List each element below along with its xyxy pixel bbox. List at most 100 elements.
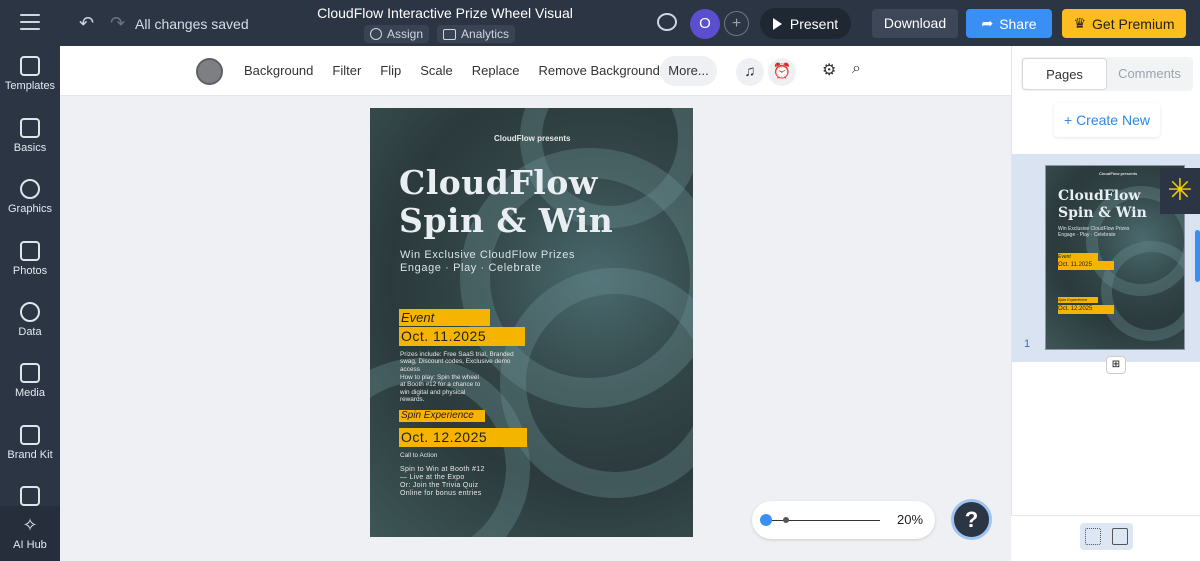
- prizes-text: Prizes include: Free SaaS trial, Branded…: [400, 351, 514, 373]
- undo-icon[interactable]: ↶: [79, 13, 94, 34]
- sidebar-item-templates[interactable]: Templates: [0, 56, 60, 92]
- brand-kit-icon: [20, 425, 40, 445]
- toolbar-scale[interactable]: Scale: [420, 63, 453, 78]
- list-view-icon[interactable]: [1112, 528, 1128, 545]
- sidebar-item-data[interactable]: Data: [0, 302, 60, 338]
- sparkle-badge-icon[interactable]: ✳: [1160, 168, 1200, 214]
- settings-gear-icon[interactable]: ⚙: [822, 60, 836, 80]
- share-arrow-icon: ➦: [981, 15, 994, 31]
- sidebar-item-photos[interactable]: Photos: [0, 241, 60, 277]
- search-image-icon[interactable]: ⌕: [852, 60, 861, 78]
- alarm-clock-icon[interactable]: ⏰: [768, 58, 796, 86]
- more-button[interactable]: More...: [660, 56, 717, 86]
- user-avatar[interactable]: O: [690, 9, 720, 39]
- analytics-label: Analytics: [461, 27, 510, 41]
- zoom-slider-handle[interactable]: [760, 514, 772, 526]
- decor-ring: [1101, 241, 1184, 341]
- folder-icon: [20, 486, 40, 506]
- cta-line: Or: Join the Trivia Quiz: [400, 482, 479, 489]
- document-title[interactable]: CloudFlow Interactive Prize Wheel Visual: [300, 5, 590, 21]
- sidebar-item-ai-hub[interactable]: ✧ AI Hub: [0, 506, 60, 561]
- share-label: Share: [999, 15, 1037, 32]
- toolbar-replace[interactable]: Replace: [472, 63, 520, 78]
- text-icon: [20, 118, 40, 138]
- help-button[interactable]: ?: [951, 499, 992, 540]
- grid-view-icon[interactable]: [1085, 528, 1101, 545]
- add-page-icon[interactable]: ⊞: [1106, 356, 1126, 374]
- tab-pages[interactable]: Pages: [1022, 58, 1107, 90]
- thumb-presents: CloudFlow presents: [1099, 171, 1138, 176]
- save-status: All changes saved: [135, 16, 249, 32]
- subtabs: Assign Analytics: [364, 25, 516, 43]
- poster-subtitle-line1: Win Exclusive CloudFlow Prizes: [400, 249, 576, 261]
- comment-icon[interactable]: [657, 13, 677, 31]
- spin-date: Oct. 12.2025: [399, 428, 527, 447]
- thumb-spin-date: Oct. 12.2025: [1058, 305, 1114, 314]
- sidebar-item-label: Brand Kit: [7, 449, 53, 461]
- cta-line: Online for bonus entries: [400, 490, 482, 497]
- toolbar-filter[interactable]: Filter: [332, 63, 361, 78]
- image-swatch[interactable]: [196, 58, 223, 85]
- present-button[interactable]: Present: [760, 8, 851, 39]
- hamburger-menu-icon[interactable]: [20, 14, 40, 30]
- poster-page[interactable]: CloudFlow presents CloudFlow Spin & Win …: [370, 108, 693, 537]
- sidebar-item-label: Graphics: [7, 203, 53, 215]
- redo-icon[interactable]: ↷: [110, 13, 125, 34]
- thumb-spin-label: Spin Experience: [1058, 297, 1098, 303]
- toolbar-flip[interactable]: Flip: [380, 63, 401, 78]
- music-icon[interactable]: ♫: [736, 58, 764, 86]
- play-icon: [772, 17, 782, 30]
- thumb-title-line2: Spin & Win: [1058, 205, 1147, 221]
- zoom-value[interactable]: 20%: [897, 512, 923, 527]
- left-sidebar: Templates Basics Graphics Photos Data Me…: [0, 46, 60, 561]
- cta-line: — Live at the Expo: [400, 474, 465, 481]
- sidebar-item-media[interactable]: Media: [0, 363, 60, 399]
- tab-comments[interactable]: Comments: [1107, 58, 1192, 90]
- thumb-subtitle-line2: Engage · Play · Celebrate: [1058, 232, 1116, 238]
- sidebar-item-label: Media: [15, 387, 45, 399]
- create-new-page-button[interactable]: + Create New: [1054, 103, 1160, 137]
- poster-presents: CloudFlow presents: [494, 134, 571, 143]
- share-button[interactable]: ➦ Share: [966, 9, 1052, 38]
- crown-icon: ♛: [1073, 15, 1087, 31]
- analytics-icon: [443, 28, 457, 40]
- sparkles-icon: ✧: [22, 515, 38, 535]
- howto-text: How to play: Spin the wheel at Booth #12…: [400, 374, 481, 404]
- thumb-title: CloudFlow Spin & Win: [1058, 188, 1147, 222]
- sidebar-item-basics[interactable]: Basics: [0, 118, 60, 154]
- get-premium-button[interactable]: ♛ Get Premium: [1062, 9, 1186, 38]
- cta-label: Call to Action: [400, 452, 438, 459]
- premium-label: Get Premium: [1092, 15, 1175, 32]
- toolbar-actions: Background Filter Flip Scale Replace Rem…: [244, 63, 660, 78]
- present-label: Present: [789, 15, 839, 32]
- download-button[interactable]: Download: [872, 9, 958, 38]
- cta-text: Spin to Win at Booth #12 — Live at the E…: [400, 466, 485, 498]
- add-collaborator-button[interactable]: +: [724, 11, 749, 36]
- sidebar-item-label: AI Hub: [13, 539, 47, 551]
- assign-button[interactable]: Assign: [364, 25, 430, 43]
- templates-icon: [20, 56, 40, 76]
- toolbar-remove-background[interactable]: Remove Background: [538, 63, 659, 78]
- thumb-title-line1: CloudFlow: [1058, 188, 1141, 204]
- view-toggle: [1080, 523, 1133, 550]
- panel-scrollbar[interactable]: [1195, 230, 1200, 282]
- sidebar-item-label: Templates: [4, 80, 56, 92]
- sidebar-item-brand-kit[interactable]: Brand Kit: [0, 425, 60, 461]
- poster-title-line1: CloudFlow: [399, 163, 598, 202]
- analytics-button[interactable]: Analytics: [437, 25, 516, 43]
- toolbar-background[interactable]: Background: [244, 63, 313, 78]
- zoom-control: 20%: [752, 501, 935, 539]
- image-toolbar: Background Filter Flip Scale Replace Rem…: [60, 46, 1011, 96]
- assign-label: Assign: [387, 27, 424, 41]
- thumb-subtitle: Win Exclusive CloudFlow Prizes Engage · …: [1058, 226, 1129, 238]
- poster-title: CloudFlow Spin & Win: [399, 164, 613, 240]
- shapes-icon: [20, 179, 40, 199]
- event-date: Oct. 11.2025: [399, 327, 525, 346]
- panel-tabs: Pages Comments: [1021, 57, 1193, 91]
- cta-line: Spin to Win at Booth #12: [400, 466, 485, 473]
- poster-title-line2: Spin & Win: [399, 201, 614, 240]
- sidebar-item-graphics[interactable]: Graphics: [0, 179, 60, 215]
- top-bar: ↶ ↷ All changes saved CloudFlow Interact…: [0, 0, 1200, 46]
- sidebar-item-label: Basics: [13, 142, 47, 154]
- poster-subtitle: Win Exclusive CloudFlow Prizes Engage · …: [400, 249, 575, 275]
